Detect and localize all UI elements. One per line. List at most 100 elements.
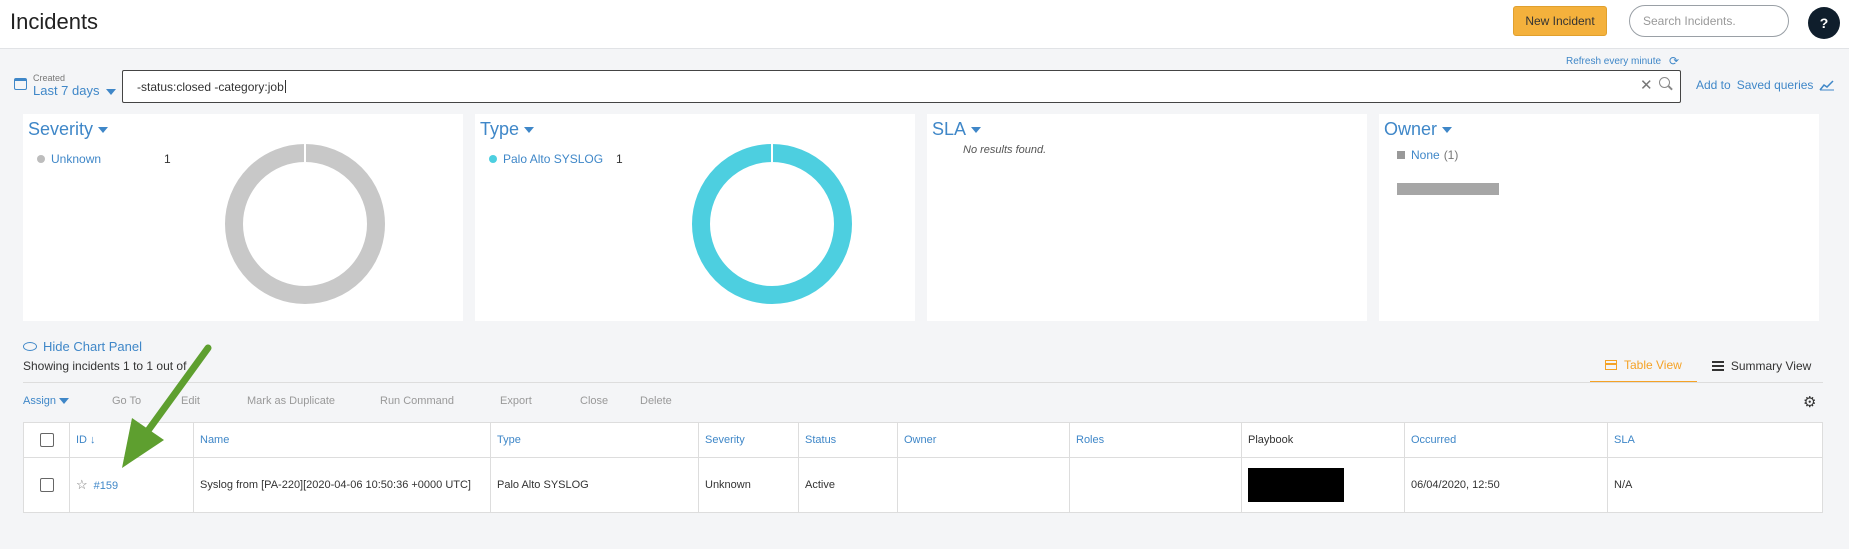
hide-chart-label: Hide Chart Panel: [43, 339, 142, 354]
severity-title-text: Severity: [28, 119, 94, 139]
tab-table-view-label: Table View: [1624, 358, 1682, 372]
refresh-label[interactable]: Refresh every minute: [1566, 56, 1661, 67]
eye-slash-icon: [23, 342, 37, 351]
col-severity[interactable]: Severity: [698, 422, 799, 458]
cell-name: Syslog from [PA-220][2020-04-06 10:50:36…: [193, 457, 491, 513]
col-id[interactable]: ID ↓: [69, 422, 194, 458]
mark-duplicate-button[interactable]: Mark as Duplicate: [247, 395, 380, 407]
edit-button[interactable]: Edit: [181, 395, 247, 407]
cell-severity: Unknown: [698, 457, 799, 513]
chevron-down-icon: [971, 126, 982, 133]
hide-chart-panel-link[interactable]: Hide Chart Panel: [23, 339, 142, 354]
sla-widget-title[interactable]: SLA: [932, 119, 982, 140]
type-legend-item[interactable]: Palo Alto SYSLOG 1: [489, 152, 623, 166]
tab-summary-view[interactable]: Summary View: [1697, 349, 1826, 383]
row-checkbox[interactable]: [39, 478, 54, 492]
cell-type: Palo Alto SYSLOG: [490, 457, 699, 513]
view-tabs: Table View Summary View: [1590, 349, 1826, 383]
run-command-button[interactable]: Run Command: [380, 395, 500, 407]
page-title: Incidents: [10, 9, 99, 34]
created-label: Created: [33, 73, 66, 83]
top-bar: Incidents New Incident Search Incidents.…: [0, 0, 1849, 49]
help-button[interactable]: ?: [1808, 7, 1840, 39]
add-to-label[interactable]: Add to: [1696, 78, 1731, 92]
sla-title-text: SLA: [932, 119, 967, 139]
saved-queries-link[interactable]: Saved queries: [1737, 78, 1814, 92]
sla-widget: SLA No results found.: [927, 114, 1367, 321]
delete-button[interactable]: Delete: [640, 395, 700, 407]
redacted-playbook: [1248, 468, 1344, 502]
legend-dot: [37, 155, 45, 163]
cell-id: ☆ #159: [69, 457, 194, 513]
severity-legend-item[interactable]: Unknown 1: [37, 152, 171, 166]
new-incident-button[interactable]: New Incident: [1513, 6, 1607, 36]
divider: [23, 382, 1823, 383]
search-incidents-input[interactable]: Search Incidents.: [1629, 5, 1789, 37]
chevron-down-icon: [1442, 126, 1453, 133]
col-sla[interactable]: SLA: [1607, 422, 1823, 458]
clear-query-icon[interactable]: ✕: [1640, 76, 1653, 94]
incident-id-link[interactable]: #159: [94, 480, 118, 492]
cell-status: Active: [798, 457, 898, 513]
legend-square: [1397, 151, 1405, 159]
table-header-row: ID ↓ Name Type Severity Status Owner Rol…: [23, 422, 1823, 458]
owner-widget: Owner None (1): [1379, 114, 1819, 321]
chevron-down-icon: [59, 398, 70, 405]
severity-donut-chart[interactable]: [223, 142, 387, 306]
table-icon: [1605, 360, 1617, 370]
search-icon[interactable]: [1659, 77, 1670, 88]
tab-table-view[interactable]: Table View: [1590, 349, 1697, 383]
chevron-down-icon: [106, 88, 117, 95]
showing-count-text: Showing incidents 1 to 1 out of: [23, 359, 187, 373]
owner-widget-title[interactable]: Owner: [1384, 119, 1453, 140]
no-results-text: No results found.: [963, 144, 1047, 156]
refresh-setting[interactable]: Refresh every minute ⟳: [1566, 54, 1679, 68]
legend-count: (1): [1443, 148, 1459, 162]
star-icon[interactable]: ☆: [76, 477, 88, 492]
calendar-icon: [14, 78, 27, 90]
chart-line-icon[interactable]: [1819, 79, 1835, 91]
legend-count: 1: [616, 152, 623, 166]
type-widget: Type Palo Alto SYSLOG 1: [475, 114, 915, 321]
chevron-down-icon: [98, 126, 109, 133]
created-value[interactable]: Last 7 days: [33, 83, 117, 98]
refresh-icon[interactable]: ⟳: [1669, 54, 1679, 68]
col-status[interactable]: Status: [798, 422, 898, 458]
assign-button[interactable]: Assign: [23, 395, 112, 407]
legend-label[interactable]: Unknown: [51, 152, 164, 166]
legend-label[interactable]: None: [1411, 148, 1440, 162]
table-row[interactable]: ☆ #159 Syslog from [PA-220][2020-04-06 10…: [23, 457, 1823, 513]
legend-label[interactable]: Palo Alto SYSLOG: [503, 152, 616, 166]
type-title-text: Type: [480, 119, 520, 139]
col-roles[interactable]: Roles: [1069, 422, 1242, 458]
cell-sla: N/A: [1607, 457, 1823, 513]
severity-widget: Severity Unknown 1: [23, 114, 463, 321]
close-button[interactable]: Close: [580, 395, 640, 407]
type-donut-chart[interactable]: [690, 142, 854, 306]
export-button[interactable]: Export: [500, 395, 580, 407]
owner-legend-item[interactable]: None (1): [1397, 148, 1458, 162]
goto-button[interactable]: Go To: [112, 395, 181, 407]
cell-owner: [897, 457, 1070, 513]
cell-occurred: 06/04/2020, 12:50: [1404, 457, 1608, 513]
col-playbook[interactable]: Playbook: [1241, 422, 1405, 458]
chevron-down-icon: [524, 126, 535, 133]
col-owner[interactable]: Owner: [897, 422, 1070, 458]
type-widget-title[interactable]: Type: [480, 119, 535, 140]
add-to-saved-queries[interactable]: Add to Saved queries: [1696, 78, 1835, 92]
query-input[interactable]: -status:closed -category:job: [122, 70, 1681, 103]
actions-toolbar: Assign Go To Edit Mark as Duplicate Run …: [23, 395, 700, 407]
legend-count: 1: [164, 152, 171, 166]
legend-dot: [489, 155, 497, 163]
select-all-checkbox[interactable]: [39, 433, 54, 447]
severity-widget-title[interactable]: Severity: [28, 119, 109, 140]
col-name[interactable]: Name: [193, 422, 491, 458]
cell-playbook: [1241, 457, 1405, 513]
incidents-table: ID ↓ Name Type Severity Status Owner Rol…: [23, 422, 1823, 513]
col-occurred[interactable]: Occurred: [1404, 422, 1608, 458]
select-all-cell: [23, 422, 70, 458]
gear-icon[interactable]: ⚙: [1803, 393, 1816, 411]
list-icon: [1711, 361, 1724, 371]
col-type[interactable]: Type: [490, 422, 699, 458]
owner-bar[interactable]: [1397, 183, 1499, 195]
